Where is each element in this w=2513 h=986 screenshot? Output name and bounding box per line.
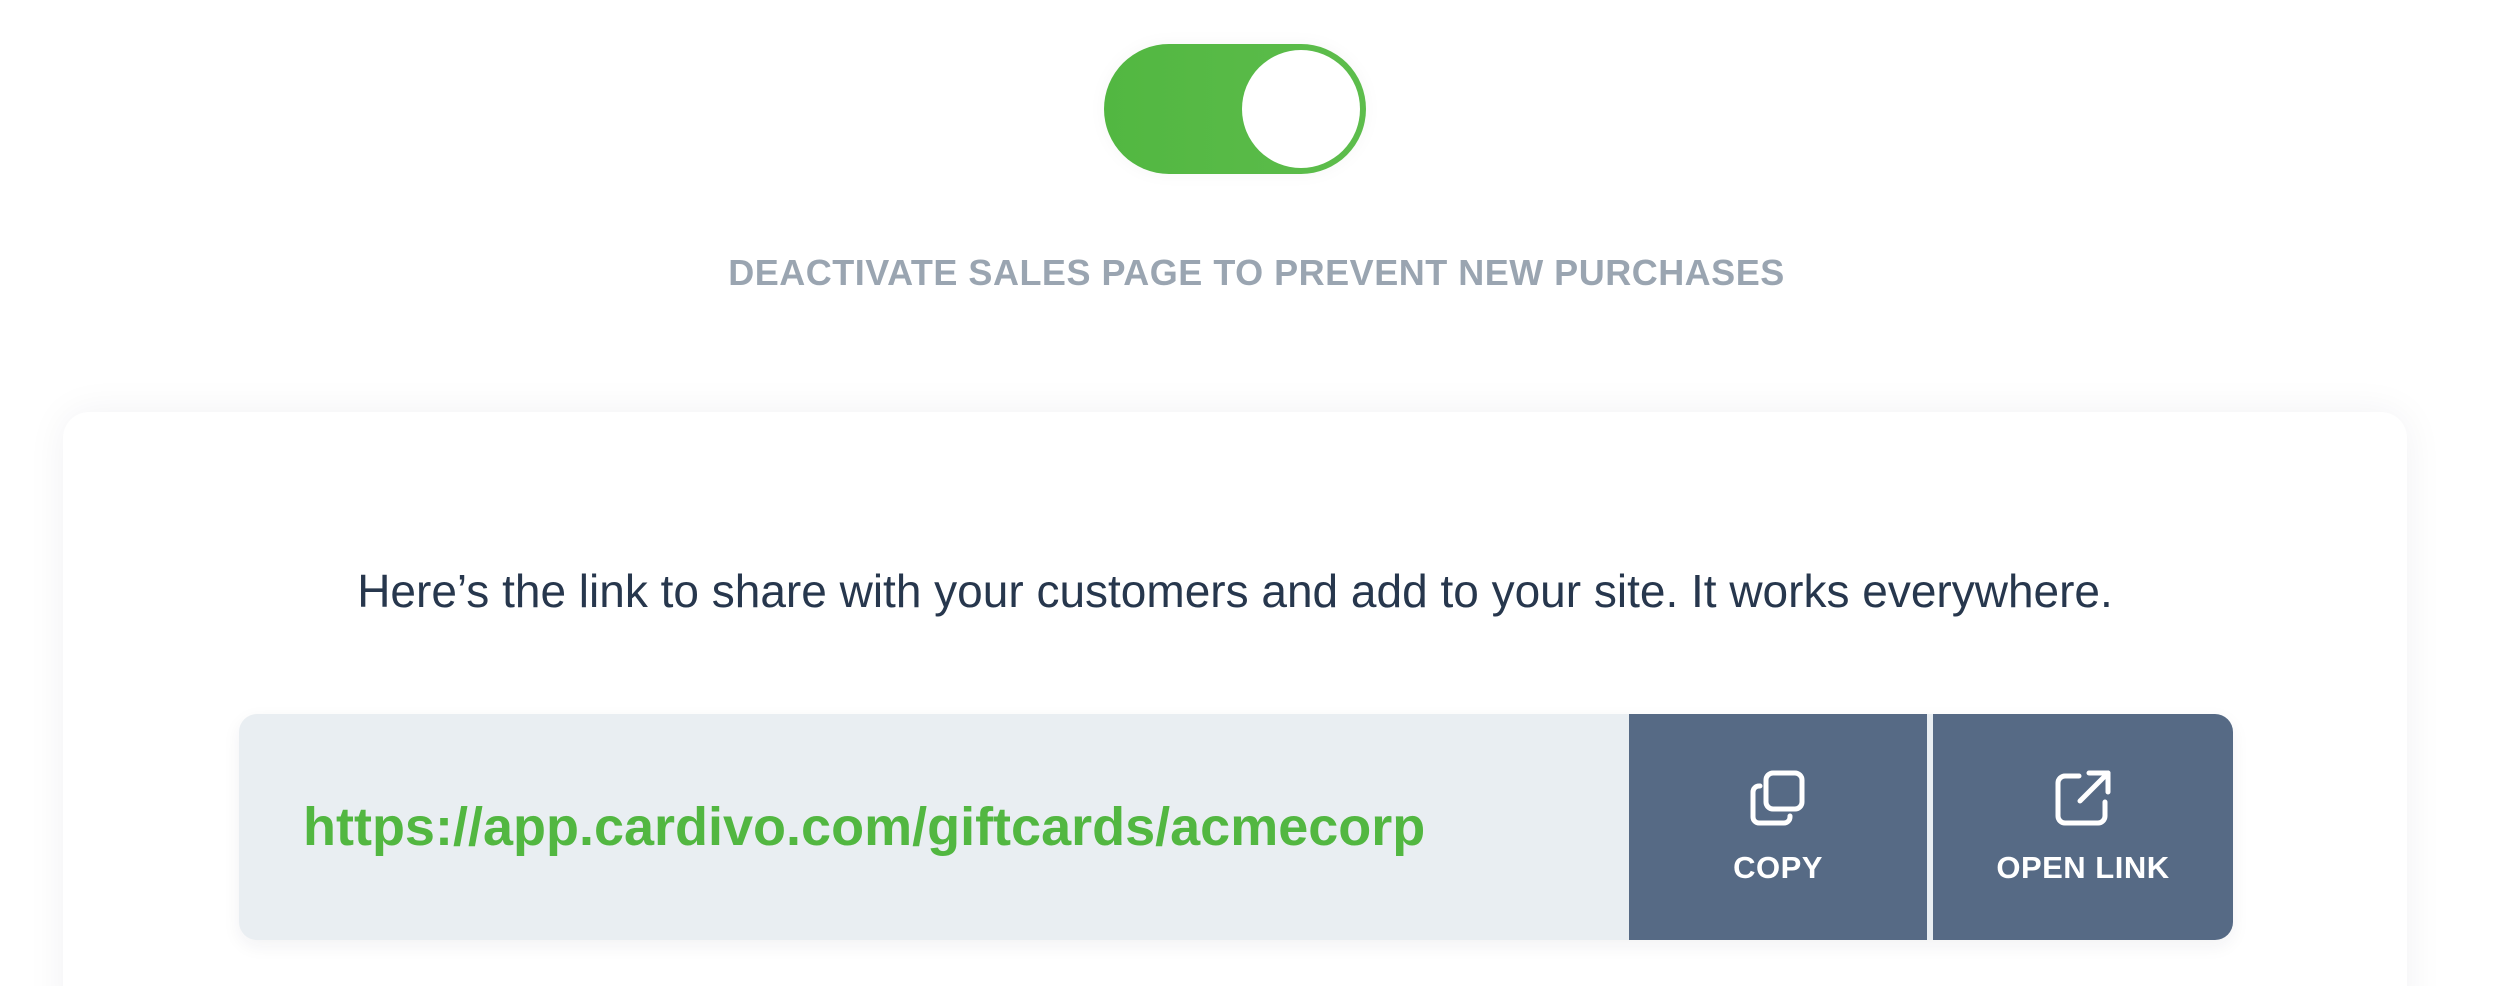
toggle-knob (1242, 50, 1360, 168)
copy-button-label: COPY (1733, 850, 1823, 885)
share-link-url[interactable]: https://app.cardivo.com/giftcards/acmeco… (303, 714, 1425, 940)
sales-page-settings: DEACTIVATE SALES PAGE TO PREVENT NEW PUR… (0, 0, 2513, 986)
share-link-card: Here’s the link to share with your custo… (63, 412, 2407, 986)
share-link-heading: Here’s the link to share with your custo… (357, 565, 2113, 617)
share-link-bar: https://app.cardivo.com/giftcards/acmeco… (239, 714, 2233, 940)
deactivate-sales-page-label: DEACTIVATE SALES PAGE TO PREVENT NEW PUR… (728, 252, 1785, 293)
external-link-icon (2055, 770, 2111, 826)
sales-page-toggle[interactable] (1104, 44, 1366, 174)
copy-icon (1750, 770, 1805, 826)
copy-button[interactable]: COPY (1629, 714, 1927, 940)
open-link-button-label: OPEN LINK (1996, 850, 2170, 885)
open-link-button[interactable]: OPEN LINK (1933, 714, 2233, 940)
